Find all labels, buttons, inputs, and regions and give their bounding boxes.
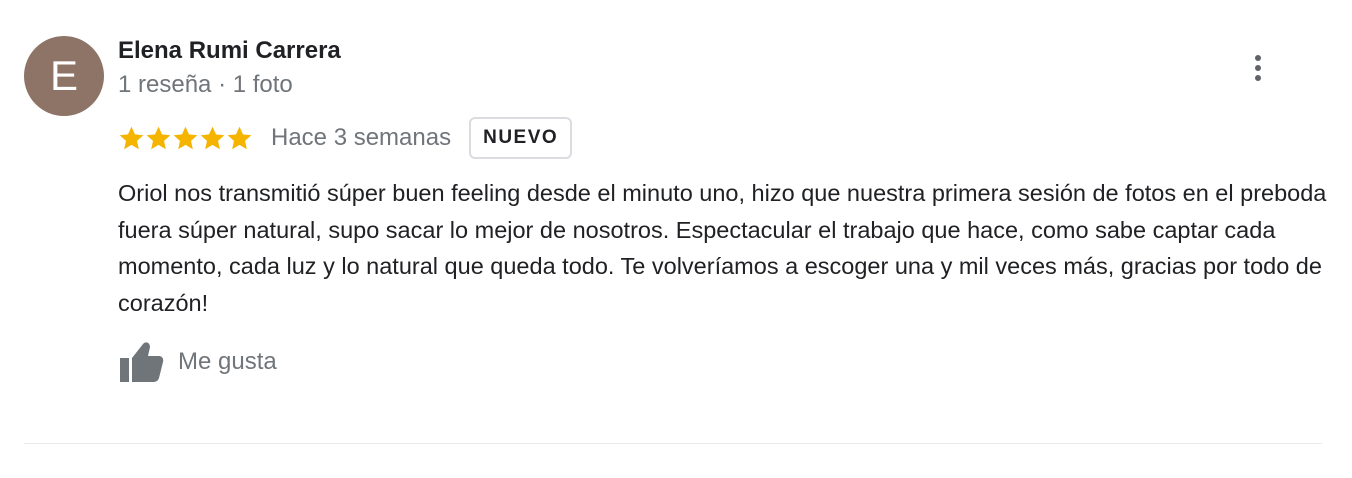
divider [24,443,1322,444]
rating-row: Hace 3 semanas NUEVO [118,116,573,160]
thumb-up-icon [120,342,164,382]
star-rating [118,125,253,152]
star-icon [200,126,225,149]
reviewer-name[interactable]: Elena Rumi Carrera [118,36,341,66]
like-button[interactable]: Me gusta [116,340,277,384]
like-label: Me gusta [178,348,277,375]
review-card: E Elena Rumi Carrera 1 reseña · 1 foto H… [0,0,1352,478]
star-icon [119,126,144,149]
review-date: Hace 3 semanas [271,124,452,151]
more-options-button[interactable] [1238,48,1278,88]
new-badge: NUEVO [469,117,573,159]
star-icon [146,126,171,149]
star-icon [173,126,198,149]
reviewer-meta: 1 reseña · 1 foto [118,71,293,98]
avatar[interactable]: E [24,36,104,116]
review-text: Oriol nos transmitió súper buen feeling … [118,180,1327,316]
star-icon [227,126,252,149]
